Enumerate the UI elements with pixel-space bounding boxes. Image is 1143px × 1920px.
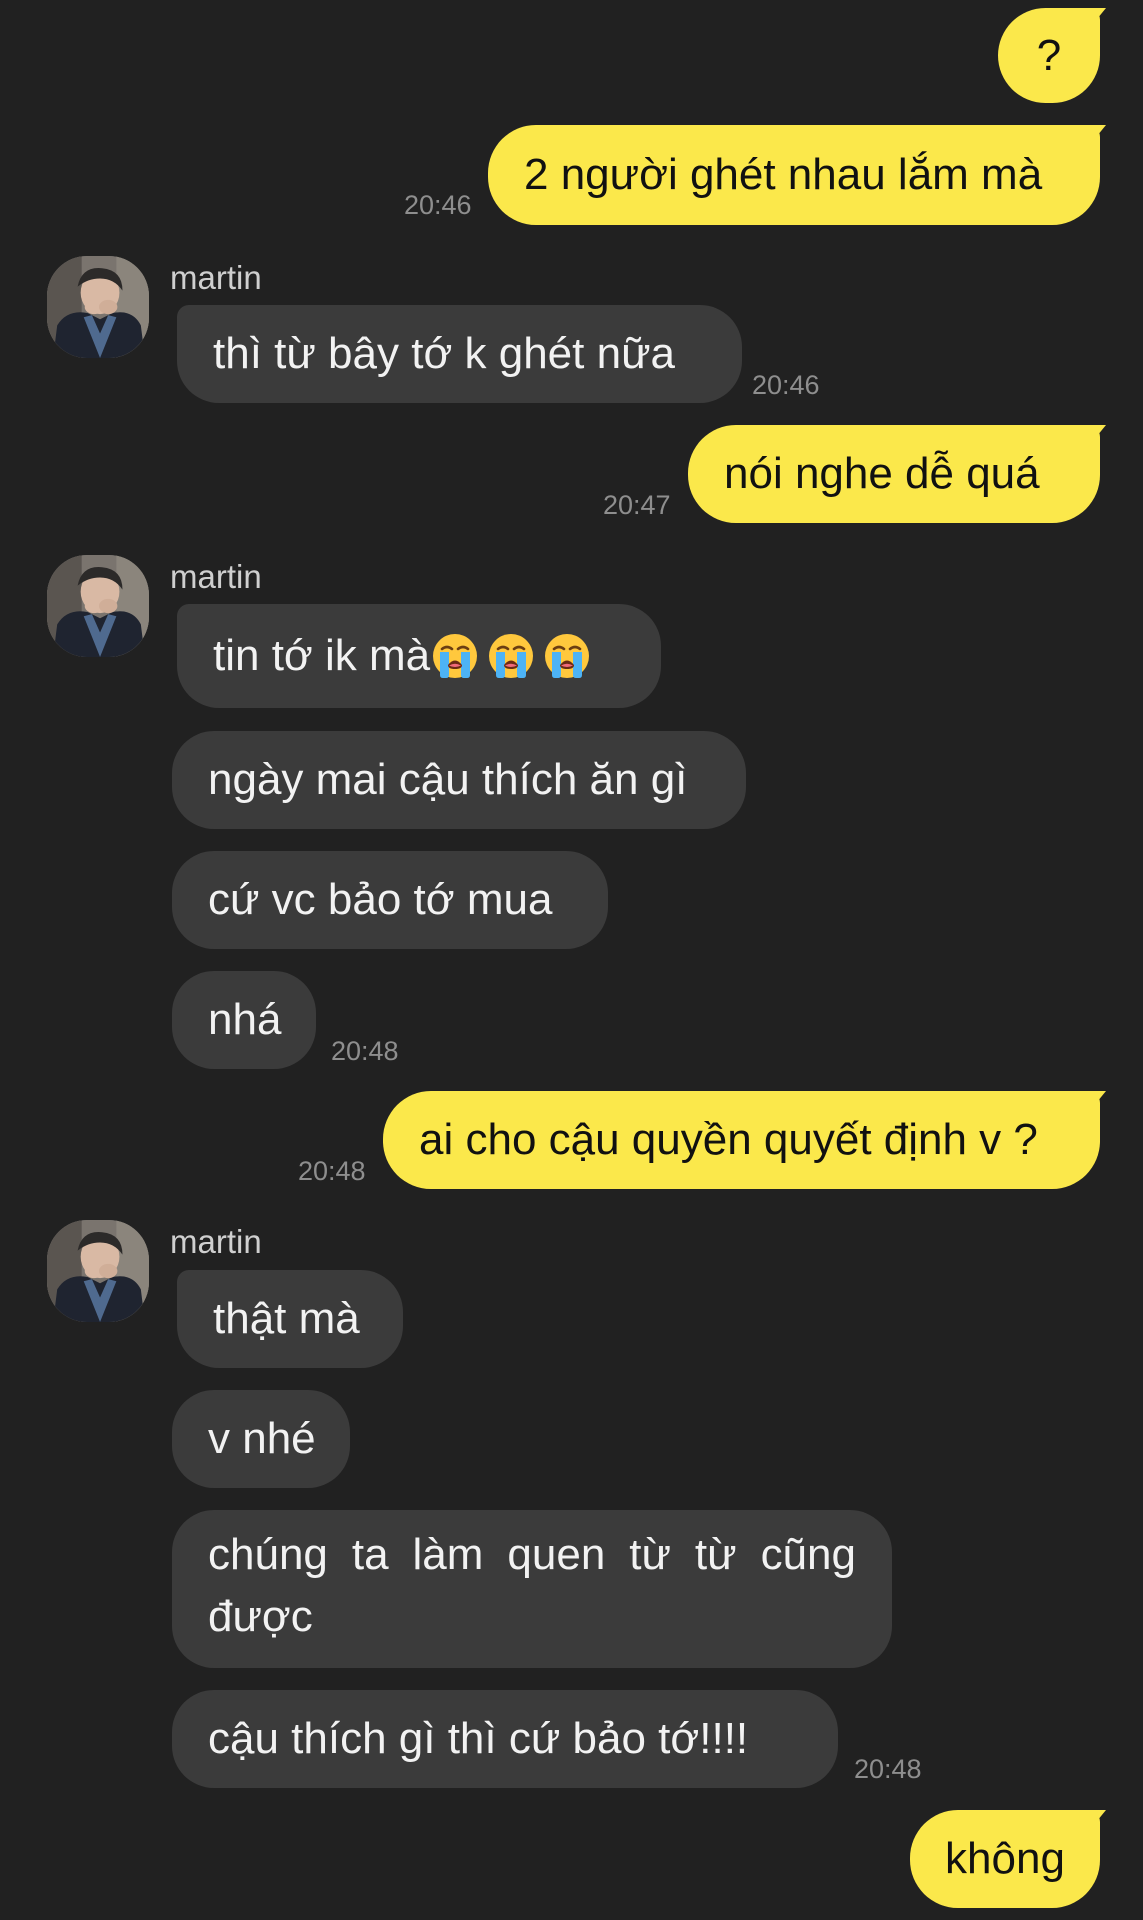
message-text: chúng ta làm quen từ từ cũng được: [208, 1530, 856, 1641]
message-text: tin tớ ik mà: [213, 631, 431, 680]
incoming-message[interactable]: cậu thích gì thì cứ bảo tớ!!!!: [172, 1690, 838, 1788]
avatar[interactable]: [47, 555, 149, 657]
avatar[interactable]: [47, 256, 149, 358]
message-timestamp: 20:48: [298, 1156, 366, 1186]
incoming-message[interactable]: nhá: [172, 971, 316, 1069]
incoming-message[interactable]: thì từ bây tớ k ghét nữa: [177, 305, 742, 403]
incoming-message[interactable]: cứ vc bảo tớ mua: [172, 851, 608, 949]
message-timestamp: 20:48: [331, 1036, 399, 1066]
message-timestamp: 20:46: [404, 190, 472, 220]
outgoing-message[interactable]: 2 người ghét nhau lắm mà: [488, 125, 1100, 225]
message-text: nói nghe dễ quá: [724, 449, 1040, 498]
message-timestamp: 20:47: [603, 490, 671, 520]
message-text: 2 người ghét nhau lắm mà: [524, 150, 1043, 199]
outgoing-message[interactable]: không: [910, 1810, 1100, 1908]
sender-name: martin: [170, 558, 262, 595]
loudly-crying-face-icon: [430, 631, 480, 681]
message-text: ai cho cậu quyền quyết định v ?: [419, 1115, 1038, 1164]
message-text: nhá: [208, 995, 282, 1044]
message-text: thì từ bây tớ k ghét nữa: [213, 329, 675, 378]
profile-photo-icon: [47, 256, 149, 358]
incoming-message[interactable]: thật mà: [177, 1270, 403, 1368]
sender-name: martin: [170, 259, 262, 296]
avatar[interactable]: [47, 1220, 149, 1322]
message-text: cậu thích gì thì cứ bảo tớ!!!!: [208, 1714, 749, 1763]
incoming-message[interactable]: v nhé: [172, 1390, 350, 1488]
outgoing-message[interactable]: ai cho cậu quyền quyết định v ?: [383, 1091, 1100, 1189]
message-text: ?: [1036, 30, 1062, 80]
message-timestamp: 20:46: [752, 370, 820, 400]
message-text: ngày mai cậu thích ăn gì: [208, 755, 688, 804]
message-text: v nhé: [208, 1414, 316, 1463]
message-text: không: [945, 1834, 1065, 1883]
message-timestamp: 20:48: [854, 1754, 922, 1784]
message-text: thật mà: [213, 1294, 360, 1343]
loudly-crying-face-icon: [542, 631, 592, 681]
outgoing-message[interactable]: nói nghe dễ quá: [688, 425, 1100, 523]
message-text: cứ vc bảo tớ mua: [208, 875, 553, 924]
profile-photo-icon: [47, 555, 149, 657]
outgoing-message[interactable]: ?: [998, 8, 1100, 103]
loudly-crying-face-icon: [486, 631, 536, 681]
chat-thread[interactable]: ? 20:46 2 người ghét nhau lắm mà martin …: [0, 0, 1143, 1920]
sender-name: martin: [170, 1223, 262, 1260]
incoming-message[interactable]: tin tớ ik mà: [177, 604, 661, 708]
profile-photo-icon: [47, 1220, 149, 1322]
incoming-message[interactable]: ngày mai cậu thích ăn gì: [172, 731, 746, 829]
incoming-message[interactable]: chúng ta làm quen từ từ cũng được: [172, 1510, 892, 1668]
